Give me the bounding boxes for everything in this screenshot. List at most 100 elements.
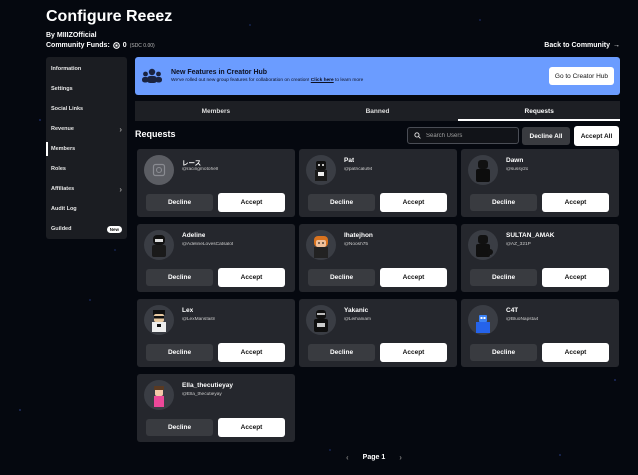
avatar-figure-icon: [476, 315, 490, 333]
arrow-right-icon: →: [613, 42, 620, 49]
search-box: [407, 127, 519, 144]
page-title: Configure Reeez: [46, 8, 173, 25]
decline-button[interactable]: Decline: [308, 194, 375, 211]
sidebar-item-label: Information: [51, 66, 82, 72]
banner-click-here-link[interactable]: Click here: [311, 78, 334, 83]
request-display-name: C4T: [506, 307, 519, 314]
avatar-figure-icon: [315, 161, 327, 181]
sidebar-item-label: Settings: [51, 86, 73, 92]
avatar: [468, 305, 498, 335]
sidebar-item-roles[interactable]: Roles: [46, 159, 127, 179]
request-display-name: Dawn: [506, 157, 524, 164]
request-card: C4T @BluoNapsta4 Decline Accept: [461, 299, 619, 367]
members-tabs: Members Banned Requests: [135, 101, 620, 121]
request-username: @AdelineLovesCatsalot: [182, 242, 234, 247]
decline-button[interactable]: Decline: [470, 344, 537, 361]
decline-button[interactable]: Decline: [146, 194, 213, 211]
avatar: [306, 305, 336, 335]
decline-button[interactable]: Decline: [146, 344, 213, 361]
accept-button[interactable]: Accept: [542, 343, 609, 362]
request-username: @AZ_321P: [506, 242, 531, 247]
creator-hub-banner: New Features in Creator Hub We've rolled…: [135, 57, 620, 95]
page-indicator: Page 1: [362, 454, 386, 461]
accept-button[interactable]: Accept: [542, 193, 609, 212]
accept-button[interactable]: Accept: [380, 193, 447, 212]
go-to-creator-hub-button[interactable]: Go to Creator Hub: [548, 67, 614, 85]
decline-button[interactable]: Decline: [470, 269, 537, 286]
decline-button[interactable]: Decline: [146, 269, 213, 286]
sidebar-item-label: Social Links: [51, 106, 84, 112]
sidebar-item-label: Members: [51, 146, 76, 152]
tab-members[interactable]: Members: [135, 101, 297, 121]
avatar: [306, 155, 336, 185]
sidebar-item-affiliates[interactable]: Affiliates ›: [46, 179, 127, 199]
sidebar-item-guilded[interactable]: Guilded New: [46, 219, 127, 239]
request-card: Adeline @AdelineLovesCatsalot Decline Ac…: [137, 224, 295, 292]
avatar-figure-icon: [476, 235, 493, 257]
accept-button[interactable]: Accept: [218, 193, 285, 212]
accept-button[interactable]: Accept: [218, 343, 285, 362]
next-page-icon[interactable]: ›: [399, 453, 402, 462]
back-to-community-link[interactable]: Back to Community →: [544, 42, 620, 49]
by-label: By: [46, 32, 55, 39]
accept-button[interactable]: Accept: [380, 268, 447, 287]
request-display-name: Adeline: [182, 232, 206, 239]
avatar: [144, 380, 174, 410]
request-username: @LexMansfaitn: [182, 317, 216, 322]
owner-line: By MIIIZOfficial: [46, 32, 97, 39]
decline-button[interactable]: Decline: [470, 194, 537, 211]
sidebar-item-label: Roles: [51, 166, 66, 172]
request-card: Ihatejhon @Noosh75 Decline Accept: [299, 224, 457, 292]
requests-heading: Requests: [135, 129, 176, 139]
chevron-right-icon: ›: [119, 124, 122, 134]
funds-sub: (SDC 0.00): [129, 42, 155, 49]
previous-page-icon[interactable]: ‹: [346, 453, 349, 462]
funds-value: 0: [122, 42, 127, 49]
request-display-name: Yakanic: [344, 307, 369, 314]
sidebar-item-audit-log[interactable]: Audit Log: [46, 199, 127, 219]
decline-button[interactable]: Decline: [308, 269, 375, 286]
robux-icon: [112, 42, 120, 49]
accept-button[interactable]: Accept: [218, 418, 285, 437]
request-display-name: Ihatejhon: [344, 232, 373, 239]
avatar: [306, 230, 336, 260]
owner-link[interactable]: MIIIZOfficial: [57, 32, 97, 39]
sidebar-item-label: Affiliates: [51, 186, 75, 192]
request-username: @BluoNapsta4: [506, 317, 539, 322]
decline-all-button[interactable]: Decline All: [522, 127, 570, 145]
search-users-input[interactable]: [426, 132, 506, 139]
accept-button[interactable]: Accept: [218, 268, 285, 287]
request-username: @patricalu94: [344, 167, 373, 172]
request-display-name: SULTAN_AMAK: [506, 232, 555, 239]
banner-text-before: We've rolled out new group features for …: [171, 78, 310, 83]
request-card: レース @racingmotohell Decline Accept: [137, 149, 295, 217]
request-display-name: Lex: [182, 307, 194, 314]
sidebar: Information Settings Social Links Revenu…: [46, 57, 127, 239]
avatar: [144, 230, 174, 260]
avatar: [468, 230, 498, 260]
request-card: Dawn @sussy2o Decline Accept: [461, 149, 619, 217]
request-card: Lex @LexMansfaitn Decline Accept: [137, 299, 295, 367]
banner-title: New Features in Creator Hub: [171, 69, 268, 76]
decline-button[interactable]: Decline: [308, 344, 375, 361]
sidebar-item-information[interactable]: Information: [46, 59, 127, 79]
avatar-figure-icon: [314, 236, 328, 258]
tab-banned[interactable]: Banned: [297, 101, 459, 121]
avatar: [144, 305, 174, 335]
decline-button[interactable]: Decline: [146, 419, 213, 436]
sidebar-item-social-links[interactable]: Social Links: [46, 99, 127, 119]
accept-button[interactable]: Accept: [380, 343, 447, 362]
accept-all-button[interactable]: Accept All: [574, 126, 619, 146]
request-display-name: Ella_thecutieyay: [182, 382, 233, 389]
accept-button[interactable]: Accept: [542, 268, 609, 287]
new-badge: New: [106, 225, 122, 233]
avatar-figure-icon: [152, 235, 166, 257]
sidebar-item-members[interactable]: Members: [46, 139, 127, 159]
sidebar-item-revenue[interactable]: Revenue ›: [46, 119, 127, 139]
search-icon: [414, 132, 421, 139]
community-funds: Community Funds: 0 (SDC 0.00): [46, 42, 155, 49]
sidebar-item-settings[interactable]: Settings: [46, 79, 127, 99]
tab-requests[interactable]: Requests: [458, 101, 620, 121]
request-card: Ella_thecutieyay @Ella_thecutieyay Decli…: [137, 374, 295, 442]
avatar-figure-icon: [154, 386, 164, 407]
